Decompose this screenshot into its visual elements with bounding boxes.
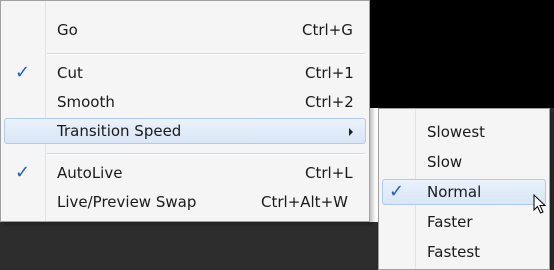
checkmark-icon: ✓ <box>15 62 31 83</box>
transition-speed-submenu: Slowest Slow ✓ Normal Faster Fastest <box>378 108 550 270</box>
submenu-item-fastest[interactable]: Fastest <box>382 239 546 265</box>
submenu-item-slowest[interactable]: Slowest <box>382 119 546 145</box>
menu-item-shortcut: Ctrl+L <box>305 164 353 182</box>
background-panel-top <box>360 0 554 108</box>
menu-item-shortcut: Ctrl+2 <box>305 93 354 111</box>
menu-item-label: Smooth <box>57 93 115 111</box>
submenu-arrow-icon <box>349 128 353 136</box>
background-panel-bottom <box>0 222 380 270</box>
submenu-item-label: Slowest <box>427 123 486 141</box>
menu-item-go[interactable]: Go Ctrl+G <box>4 17 366 43</box>
menu-item-label: AutoLive <box>57 164 123 182</box>
submenu-item-label: Faster <box>427 213 473 231</box>
menu-separator <box>47 153 365 155</box>
submenu-item-label: Normal <box>427 183 482 201</box>
menu-item-label: Live/Preview Swap <box>57 193 197 211</box>
menu-item-transition-speed[interactable]: Transition Speed <box>4 118 366 144</box>
background-panel-right <box>550 108 554 270</box>
menu-item-smooth[interactable]: Smooth Ctrl+2 <box>4 89 366 115</box>
menu-item-live-preview-swap[interactable]: Live/Preview Swap Ctrl+Alt+W <box>4 189 366 215</box>
menu-item-autolive[interactable]: ✓ AutoLive Ctrl+L <box>4 160 366 186</box>
menu-item-shortcut: Ctrl+1 <box>305 64 354 82</box>
menu-item-label: Transition Speed <box>57 122 182 140</box>
context-menu: Go Ctrl+G ✓ Cut Ctrl+1 Smooth Ctrl+2 Tra… <box>0 0 370 222</box>
submenu-item-label: Slow <box>427 153 463 171</box>
menu-item-label: Cut <box>57 64 83 82</box>
menu-separator <box>47 53 365 55</box>
menu-item-cut[interactable]: ✓ Cut Ctrl+1 <box>4 60 366 86</box>
mouse-pointer-icon <box>533 194 547 214</box>
menu-item-label: Go <box>57 21 78 39</box>
submenu-item-label: Fastest <box>427 243 481 261</box>
submenu-item-normal[interactable]: ✓ Normal <box>382 179 546 205</box>
checkmark-icon: ✓ <box>15 162 31 183</box>
menu-item-shortcut: Ctrl+Alt+W <box>261 193 348 211</box>
submenu-item-slow[interactable]: Slow <box>382 149 546 175</box>
menu-item-shortcut: Ctrl+G <box>302 21 353 39</box>
submenu-item-faster[interactable]: Faster <box>382 209 546 235</box>
checkmark-icon: ✓ <box>389 181 405 202</box>
